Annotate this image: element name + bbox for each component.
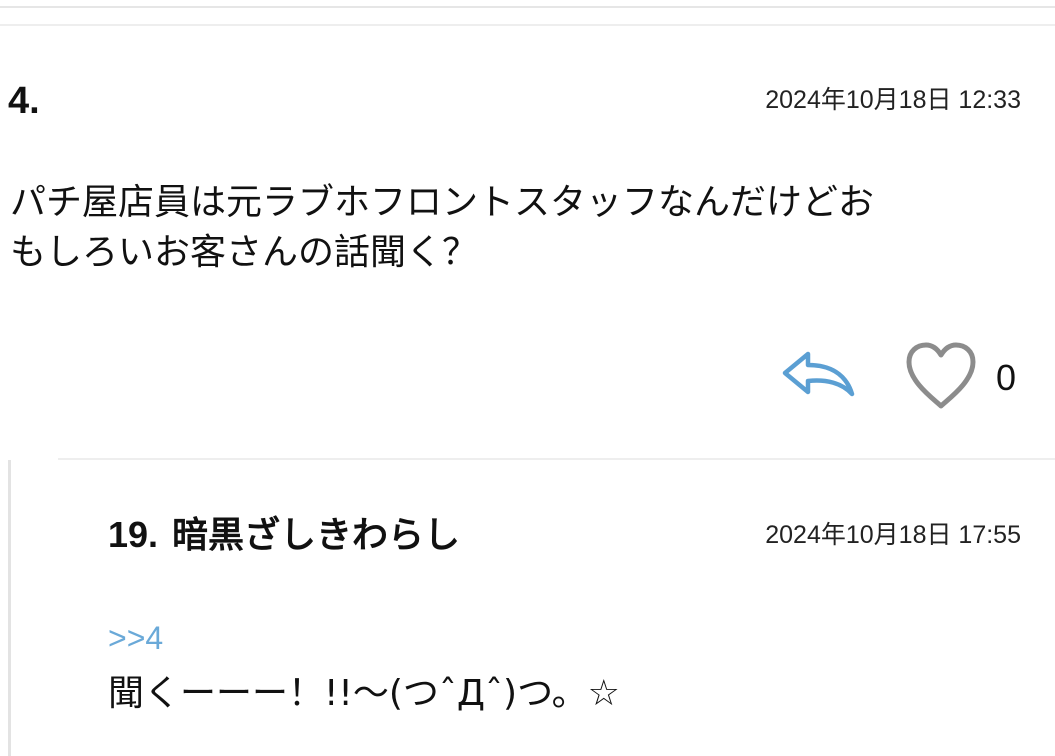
heart-outline-icon [906,342,976,409]
reply-arrow-icon [782,351,855,397]
comment-number: 4. [8,80,40,122]
thread-page: 4. 2024年10月18日 12:33 パチ屋店員は元ラブホフロントスタッフな… [0,0,1055,756]
like-button[interactable] [905,342,977,412]
comment-body-line: もしろいお客さんの話聞く？ [10,232,479,273]
reply-header: 19. 暗黒ざしきわらし [108,512,460,559]
comment-timestamp: 2024年10月18日 12:33 [765,86,1021,114]
reply-number: 19. [108,514,159,555]
reply-author: 暗黒ざしきわらし [172,515,461,556]
anchor-link[interactable]: >>4 [108,618,163,658]
reply-timestamp: 2024年10月18日 17:55 [765,521,1021,549]
top-divider [0,6,1055,8]
thread-indent-line [8,460,11,756]
comment-body-line: パチ屋店員は元ラブホフロントスタッフなんだけどお [10,182,875,223]
like-count: 0 [996,357,1017,398]
section-divider [0,24,1055,26]
comment-body: パチ屋店員は元ラブホフロントスタッフなんだけどお もしろいお客さんの話聞く？ [10,178,1040,278]
reply-divider [58,458,1055,460]
reply-button[interactable] [780,348,856,400]
reply-body: 聞くーーー！!!〜(つˆДˆ)つ。☆ [108,673,620,714]
